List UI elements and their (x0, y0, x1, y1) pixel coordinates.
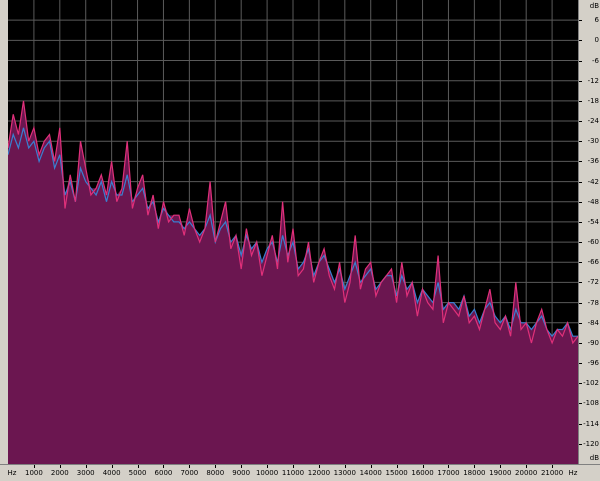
x-tick (189, 465, 191, 468)
x-tick (370, 465, 372, 468)
y-tick (579, 242, 582, 244)
x-axis-unit-left: Hz (7, 469, 17, 477)
y-tick-label: -48 (587, 197, 599, 206)
y-tick (579, 322, 582, 324)
x-tick-label: 12000 (307, 469, 331, 477)
x-tick-label: 18000 (463, 469, 486, 477)
y-tick-label: -18 (587, 96, 599, 105)
y-tick (579, 342, 582, 344)
y-tick-label: -84 (587, 318, 599, 327)
y-tick (579, 121, 582, 123)
x-axis-hz: Hz 1000 2000 3000 4000 5000 6000 7000 8000 9000 10… (0, 464, 600, 481)
y-tick-label: -12 (587, 76, 599, 85)
y-tick (579, 60, 582, 62)
x-axis-unit-right: Hz (568, 469, 578, 477)
y-tick-label: -66 (587, 258, 599, 267)
y-tick-label: -24 (587, 117, 599, 126)
y-tick (579, 100, 582, 102)
x-tick (318, 465, 320, 468)
x-tick-label: 16000 (411, 469, 434, 477)
x-tick (111, 465, 113, 468)
y-tick-label: -60 (587, 238, 599, 247)
x-tick (241, 465, 243, 468)
y-tick-label: -96 (587, 359, 599, 368)
x-tick-label: 1000 (24, 469, 43, 477)
y-axis-db: dB 6 0 -6 -12 -18 -24 -30 -36 -42 -48 -54 -60 -66 -72 -… (578, 0, 600, 464)
x-tick (59, 465, 61, 468)
y-tick (579, 302, 582, 304)
y-tick-label: 6 (594, 16, 599, 25)
y-tick-label: -114 (583, 419, 599, 428)
y-tick-label: -42 (587, 177, 599, 186)
y-tick (579, 221, 582, 223)
y-tick-label: -90 (587, 338, 599, 347)
x-tick-label: 14000 (359, 469, 382, 477)
y-tick-label: -78 (587, 298, 599, 307)
x-tick (137, 465, 139, 468)
x-tick (422, 465, 424, 468)
y-tick (579, 262, 582, 264)
x-tick-label: 5000 (128, 469, 147, 477)
y-tick (579, 383, 582, 385)
x-tick (293, 465, 294, 468)
x-tick (215, 465, 217, 468)
y-tick-label: -36 (587, 157, 599, 166)
y-tick (579, 40, 582, 42)
y-tick (579, 141, 582, 143)
x-tick-label: 17000 (437, 469, 460, 477)
x-tick (267, 465, 269, 468)
x-tick-label: 19000 (489, 469, 512, 477)
x-tick (344, 465, 346, 468)
x-tick-label: 20000 (515, 469, 538, 477)
x-tick-label: 6000 (154, 469, 173, 477)
y-tick (579, 363, 582, 365)
x-tick-label: 3000 (76, 469, 95, 477)
y-tick-label: -72 (587, 278, 599, 287)
x-tick (448, 465, 450, 468)
x-tick-label: 10000 (255, 469, 279, 477)
x-tick-label: 9000 (232, 469, 251, 477)
y-tick-label: -6 (592, 56, 599, 65)
y-tick (579, 161, 582, 163)
y-tick (579, 423, 582, 425)
x-tick (552, 465, 554, 468)
x-tick-label: 8000 (206, 469, 225, 477)
y-tick-label: -30 (587, 137, 599, 146)
x-tick-label: 21000 (540, 469, 564, 477)
x-tick (396, 465, 398, 468)
y-tick-label: -108 (583, 399, 599, 408)
x-tick (85, 465, 87, 468)
x-tick (33, 465, 35, 468)
x-tick-label: 11000 (281, 469, 305, 477)
y-tick (579, 20, 582, 22)
y-axis-unit-bottom: dB (589, 454, 599, 462)
x-tick (474, 465, 476, 468)
spectrum-chart[interactable] (8, 0, 578, 464)
x-tick-label: 4000 (102, 469, 121, 477)
x-tick (163, 465, 165, 468)
x-tick-label: 15000 (385, 469, 408, 477)
y-tick (579, 201, 582, 203)
x-tick-label: 2000 (50, 469, 69, 477)
x-tick (500, 465, 502, 468)
y-tick (579, 80, 582, 82)
y-tick-label: 0 (594, 36, 599, 45)
y-tick (579, 403, 582, 405)
x-tick-label: 13000 (333, 469, 356, 477)
y-tick (579, 443, 582, 445)
y-tick (579, 181, 582, 183)
y-tick-label: -102 (583, 379, 599, 388)
y-tick (579, 282, 582, 284)
spectrum-window: dB 6 0 -6 -12 -18 -24 -30 -36 -42 -48 -54 -60 -66 -72 -… (0, 0, 600, 481)
y-axis-unit-top: dB (589, 2, 599, 10)
x-tick (526, 465, 528, 468)
frequency-analysis-plot[interactable] (8, 0, 578, 464)
y-tick-label: -54 (587, 217, 599, 226)
x-tick-label: 7000 (180, 469, 199, 477)
y-tick-label: -120 (583, 439, 599, 448)
